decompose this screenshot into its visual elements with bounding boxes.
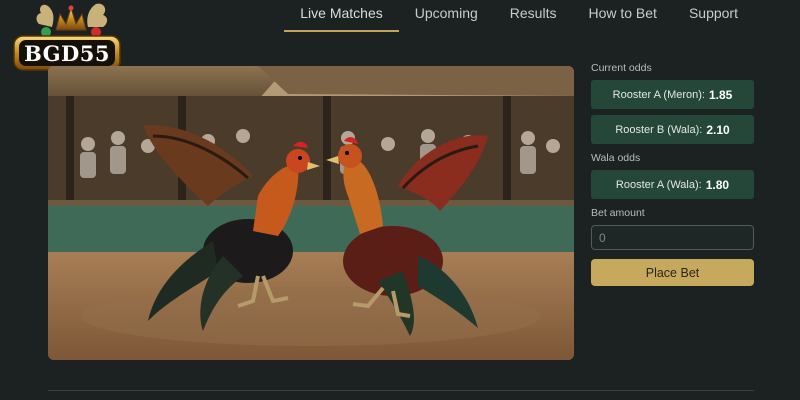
current-odds-label: Current odds: [591, 62, 652, 74]
odds-button-rooster-b-wala[interactable]: Rooster B (Wala): 2.10: [591, 115, 754, 144]
rooster-left-icon: [36, 4, 54, 27]
odds-label: Rooster A (Wala):: [615, 178, 702, 191]
wala-odds-label: Wala odds: [591, 152, 641, 164]
bet-amount-label: Bet amount: [591, 207, 645, 219]
main-nav: Live Matches Upcoming Results How to Bet…: [284, 0, 754, 32]
betting-panel: Current odds Rooster A (Meron): 1.85 Roo…: [591, 62, 754, 286]
logo-text: BGD55: [23, 41, 110, 66]
odds-button-rooster-a-wala[interactable]: Rooster A (Wala): 1.80: [591, 170, 754, 199]
odds-value: 1.85: [708, 87, 733, 102]
nav-item-how-to-bet[interactable]: How to Bet: [572, 0, 672, 30]
odds-value: 2.10: [706, 122, 730, 137]
rooster-fight-illustration: [48, 66, 574, 360]
bet-amount-input[interactable]: [591, 225, 754, 250]
footer-divider: [48, 390, 754, 391]
nav-item-live-matches[interactable]: Live Matches: [284, 0, 399, 32]
odds-value: 1.80: [705, 177, 730, 192]
odds-button-rooster-a-meron[interactable]: Rooster A (Meron): 1.85: [591, 80, 754, 109]
hero-image: [48, 66, 574, 360]
odds-label: Rooster A (Meron):: [612, 88, 705, 101]
rooster-right-icon: [87, 3, 108, 28]
nav-item-results[interactable]: Results: [494, 0, 573, 30]
nav-item-support[interactable]: Support: [673, 0, 754, 30]
nav-item-upcoming[interactable]: Upcoming: [399, 0, 494, 30]
crown-icon: [55, 6, 87, 31]
odds-label: Rooster B (Wala):: [615, 123, 703, 136]
place-bet-button[interactable]: Place Bet: [591, 259, 754, 286]
